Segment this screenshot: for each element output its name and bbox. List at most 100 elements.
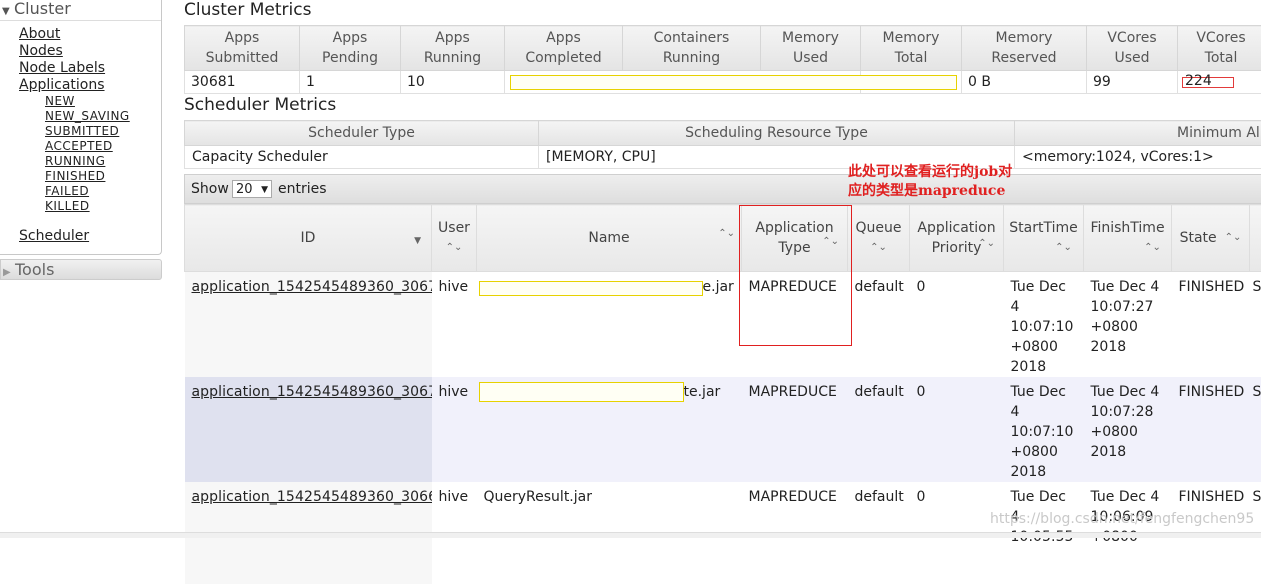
- sidebar-cluster-panel: ▼Cluster About Nodes Node Labels Applica…: [0, 0, 162, 255]
- name-header-label: Name: [588, 230, 629, 246]
- scheduler-metrics-table: Scheduler Type Scheduling Resource Type …: [184, 120, 1261, 169]
- dropdown-arrow-icon: ▼: [261, 181, 268, 199]
- cluster-section-header[interactable]: ▼Cluster: [0, 0, 161, 21]
- col-header-state[interactable]: State ⌃⌄: [1172, 205, 1250, 272]
- table-row: application_1542545489360_30671 hive te.…: [185, 377, 1261, 482]
- metric-header-line: Memory: [966, 28, 1082, 48]
- apps-running-value: 10: [401, 71, 505, 94]
- metric-header-line: Pending: [304, 48, 396, 68]
- metric-header-line: Used: [765, 48, 856, 68]
- metric-header-2: AppsRunning: [401, 26, 505, 71]
- starttime-header-label: StartTime: [1009, 220, 1077, 236]
- state-header-label: State: [1180, 230, 1217, 246]
- metric-header-1: AppsPending: [300, 26, 401, 71]
- name-cell: e.jar: [703, 279, 734, 295]
- col-header-name[interactable]: Name ⌃⌄: [477, 205, 742, 272]
- nav-state-finished[interactable]: FINISHED: [45, 169, 130, 184]
- nav-state-accepted[interactable]: ACCEPTED: [45, 139, 130, 154]
- redacted-region: [479, 382, 684, 402]
- nav-applications[interactable]: Applications: [19, 77, 130, 94]
- finishtime-cell: Tue Dec 4 10:07:27 +0800 2018: [1084, 272, 1172, 378]
- priority-cell: 0: [910, 272, 1004, 378]
- nav-nodes[interactable]: Nodes: [19, 43, 130, 60]
- minimum-allocation-header: Minimum All: [1015, 121, 1261, 146]
- collapse-triangle-icon: ▼: [2, 3, 14, 21]
- app-state-nav: NEW NEW_SAVING SUBMITTED ACCEPTED RUNNIN…: [45, 94, 130, 214]
- metric-header-line: Total: [865, 48, 957, 68]
- sort-icon: ⌃⌄: [718, 229, 735, 239]
- sort-icon: ⌃⌄: [1144, 243, 1161, 253]
- watermark: https://blog.csdn.net/fengfengchen95: [990, 511, 1254, 527]
- nav-state-new-saving[interactable]: NEW_SAVING: [45, 109, 130, 124]
- nav-state-new[interactable]: NEW: [45, 94, 130, 109]
- application-id-link[interactable]: application_1542545489360_30671: [192, 384, 432, 400]
- state-cell: FINISHED: [1172, 377, 1250, 482]
- col-header-user[interactable]: User⌃⌄: [432, 205, 477, 272]
- queue-header-label: Queue: [856, 220, 902, 236]
- annotation-note: 此处可以查看运行的job对 应的类型是mapreduce: [848, 163, 1038, 201]
- queue-cell: default: [848, 272, 910, 378]
- page-size-value: 20: [236, 182, 253, 197]
- metric-header-line: Running: [405, 48, 500, 68]
- vcores-total-value: 224: [1185, 73, 1212, 89]
- application-id-link[interactable]: application_1542545489360_30662: [192, 489, 432, 505]
- finishtime-header-label: FinishTime: [1090, 220, 1164, 236]
- col-header-queue[interactable]: Queue ⌃⌄: [848, 205, 910, 272]
- col-header-priority[interactable]: Application Priority⌃⌄: [910, 205, 1004, 272]
- cluster-nav: About Nodes Node Labels Applications NEW…: [19, 26, 130, 214]
- metric-header-line: Apps: [509, 28, 618, 48]
- col-header-id[interactable]: ID▼: [185, 205, 432, 272]
- metric-header-line: Memory: [765, 28, 856, 48]
- annotation-line-2: 应的类型是mapreduce: [848, 182, 1038, 201]
- user-cell: hive: [432, 272, 477, 378]
- col-header-starttime[interactable]: StartTime⌃⌄: [1004, 205, 1084, 272]
- metric-header-4: ContainersRunning: [623, 26, 761, 71]
- id-header-label: ID: [301, 230, 316, 246]
- expand-triangle-icon: ▶: [3, 263, 15, 282]
- sort-icon: ⌃⌄: [870, 243, 887, 253]
- vcores-used-value: 99: [1087, 71, 1178, 94]
- sort-icon: ⌃⌄: [822, 237, 839, 247]
- metric-header-9: VCoresTotal: [1178, 26, 1261, 71]
- nav-state-failed[interactable]: FAILED: [45, 184, 130, 199]
- annotation-line-1: 此处可以查看运行的job对: [848, 163, 1038, 182]
- starttime-cell: Tue Dec 4 10:07:10 +0800 2018: [1004, 377, 1084, 482]
- apps-submitted-value: 30681: [185, 71, 300, 94]
- col-header-finishtime[interactable]: FinishTime ⌃⌄: [1084, 205, 1172, 272]
- metric-header-line: Reserved: [966, 48, 1082, 68]
- entries-label: entries: [278, 181, 327, 197]
- user-header-label: User: [438, 220, 470, 236]
- starttime-cell: Tue Dec 4 10:07:10 +0800 2018: [1004, 272, 1084, 378]
- col-header-application-type[interactable]: Application Type⌃⌄: [742, 205, 848, 272]
- metric-header-5: MemoryUsed: [761, 26, 861, 71]
- nav-node-labels[interactable]: Node Labels: [19, 60, 130, 77]
- nav-state-running[interactable]: RUNNING: [45, 154, 130, 169]
- metric-header-line: Total: [1182, 48, 1260, 68]
- application-type-cell: MAPREDUCE: [742, 377, 848, 482]
- applications-table: ID▼ User⌃⌄ Name⌃⌄ Application Type⌃⌄ Que…: [184, 204, 1261, 584]
- application-id-link[interactable]: application_1542545489360_30672: [192, 279, 432, 295]
- metric-header-0: AppsSubmitted: [185, 26, 300, 71]
- nav-state-submitted[interactable]: SUBMITTED: [45, 124, 130, 139]
- scheduler-type-value: Capacity Scheduler: [185, 146, 539, 169]
- metric-header-7: MemoryReserved: [962, 26, 1087, 71]
- nav-about[interactable]: About: [19, 26, 130, 43]
- nav-state-killed[interactable]: KILLED: [45, 199, 130, 214]
- application-type-cell: MAPREDUCE: [742, 272, 848, 378]
- table-row: application_1542545489360_30672 hive e.j…: [185, 272, 1261, 378]
- horizontal-scrollbar[interactable]: [0, 532, 1261, 538]
- metric-header-8: VCoresUsed: [1087, 26, 1178, 71]
- page-size-select[interactable]: 20 ▼: [232, 180, 272, 198]
- metric-header-line: Apps: [405, 28, 500, 48]
- queue-cell: default: [848, 377, 910, 482]
- metric-header-line: Running: [627, 48, 756, 68]
- sort-icon: ⌃⌄: [1225, 233, 1242, 243]
- metric-header-6: MemoryTotal: [861, 26, 962, 71]
- metric-header-line: Apps: [304, 28, 396, 48]
- finishtime-cell: Tue Dec 4 10:07:28 +0800 2018: [1084, 377, 1172, 482]
- nav-scheduler[interactable]: Scheduler: [19, 228, 89, 245]
- metric-header-line: Used: [1091, 48, 1173, 68]
- tools-section-header[interactable]: ▶Tools: [0, 259, 162, 280]
- metric-header-3: AppsCompleted: [505, 26, 623, 71]
- table-length-toolbar: Show 20 ▼ entries: [184, 174, 1261, 204]
